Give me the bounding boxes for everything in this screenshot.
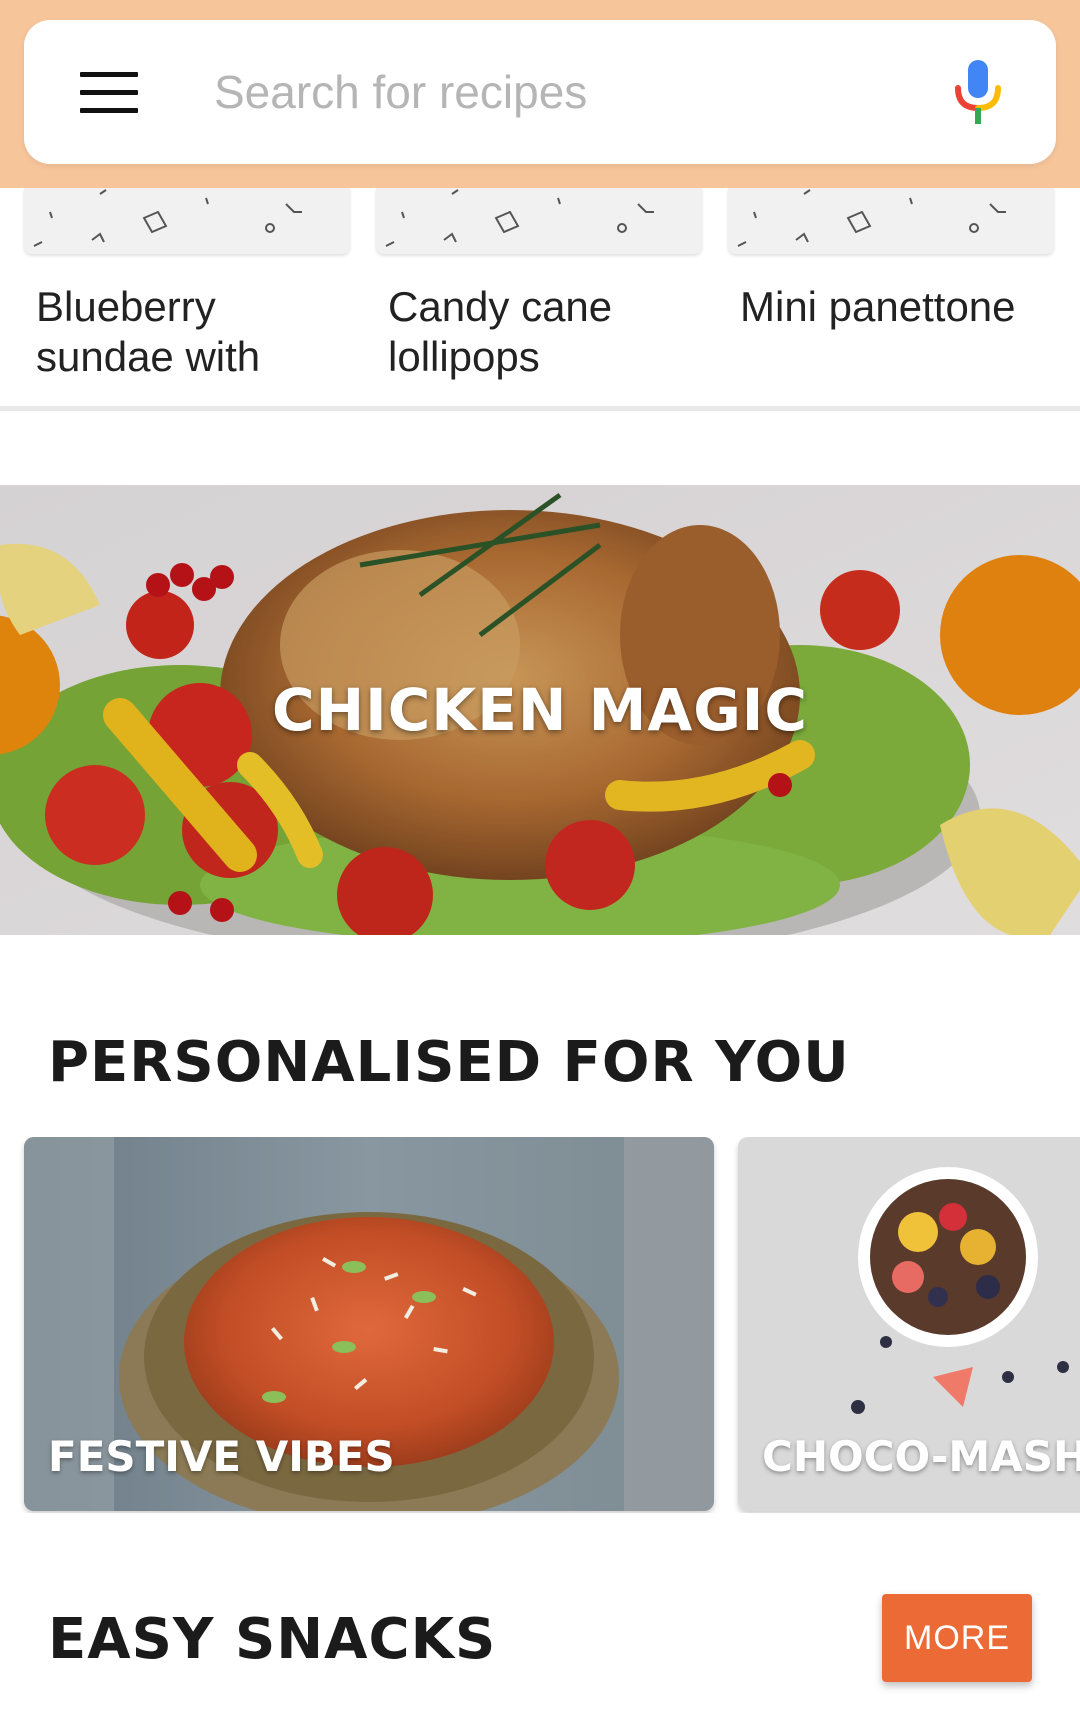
recipe-thumbnail <box>728 188 1054 254</box>
more-button[interactable]: MORE <box>882 1594 1032 1682</box>
recipe-thumbnail <box>376 188 702 254</box>
choco-mash-card[interactable]: CHOCO-MASH <box>738 1137 1080 1511</box>
recipe-card-mini-panettone[interactable]: Mini panettone <box>728 188 1054 408</box>
recipe-card-blueberry-sundae[interactable]: Blueberry sundae with <box>24 188 350 408</box>
festive-vibes-card[interactable]: FESTIVE VIBES <box>24 1137 714 1511</box>
recipe-title: Blueberry sundae with <box>36 283 261 380</box>
banner-title: CHICKEN MAGIC <box>272 676 808 744</box>
chicken-magic-banner[interactable]: CHICKEN MAGIC <box>0 485 1080 935</box>
card-label: FESTIVE VIBES <box>48 1432 395 1481</box>
divider <box>0 406 1080 411</box>
card-label: CHOCO-MASH <box>762 1432 1080 1481</box>
hamburger-menu-icon[interactable] <box>80 72 138 113</box>
search-input[interactable] <box>214 62 914 122</box>
top-bar <box>0 0 1080 188</box>
search-bar[interactable] <box>24 20 1056 164</box>
recipe-thumbnail <box>24 188 350 254</box>
personalised-heading: PERSONALISED FOR YOU <box>48 1030 850 1095</box>
recipe-title: Candy cane lollipops <box>388 283 613 380</box>
microphone-icon[interactable] <box>950 58 1006 130</box>
easy-snacks-heading: EASY SNACKS <box>48 1607 497 1672</box>
personalised-cards-row: FESTIVE VIBES CHOCO-MASH <box>0 1137 1080 1513</box>
recipe-card-candy-cane-lollipops[interactable]: Candy cane lollipops <box>376 188 702 408</box>
recent-recipes-row: Blueberry sundae with Candy cane lollipo… <box>0 188 1080 408</box>
recipe-title: Mini panettone <box>740 283 1016 330</box>
